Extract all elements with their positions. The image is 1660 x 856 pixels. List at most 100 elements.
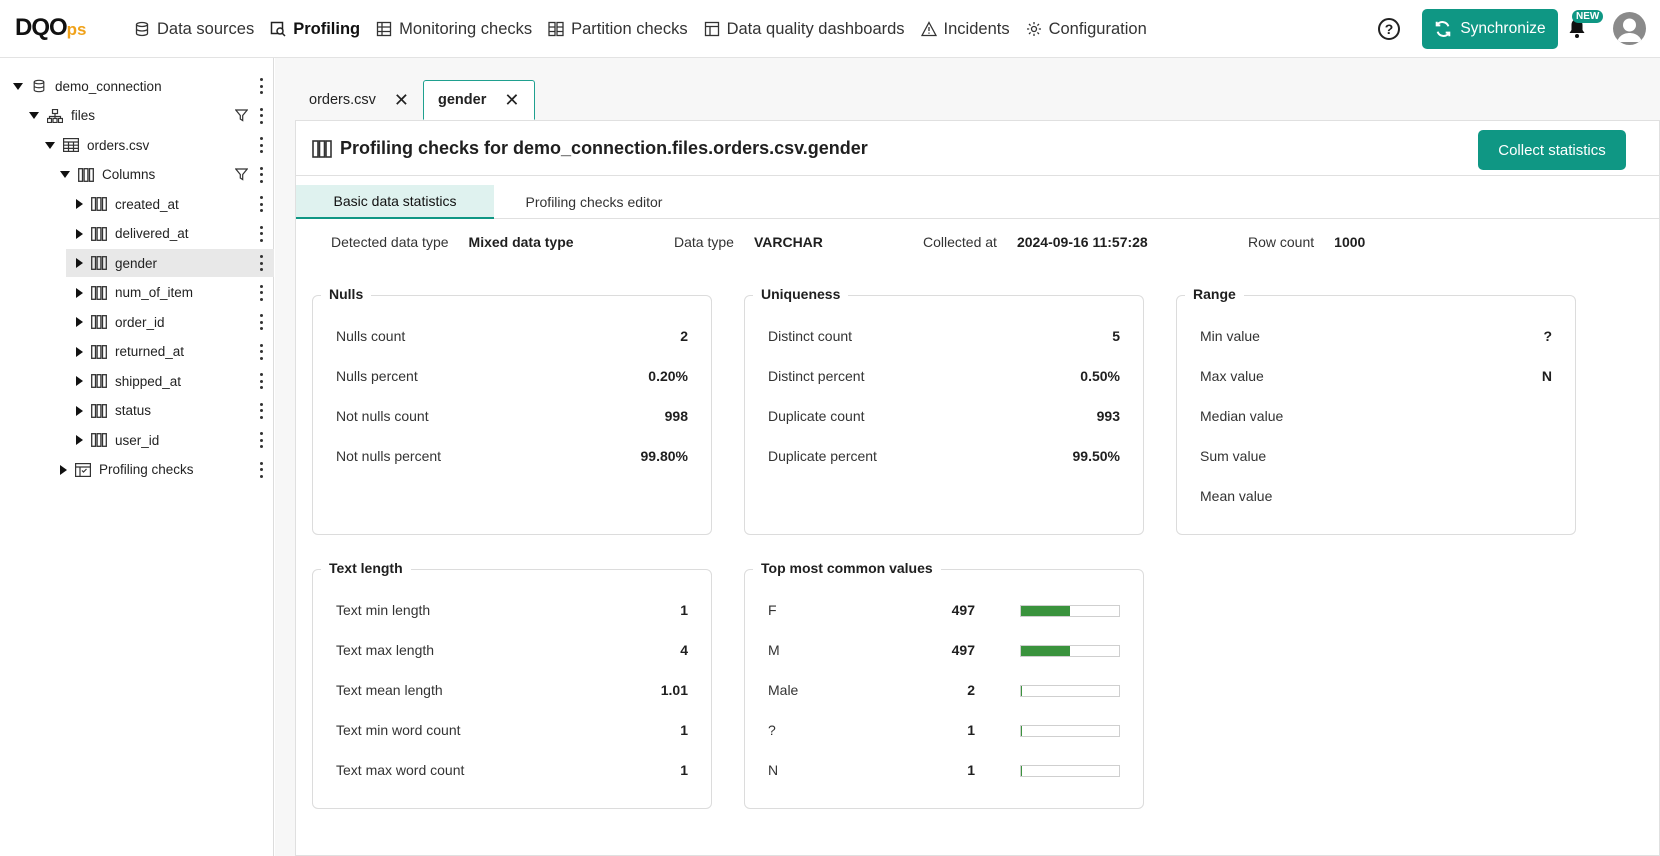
more-options-icon[interactable]	[254, 196, 268, 212]
caret-right-icon[interactable]	[76, 346, 83, 357]
caret-down-icon[interactable]	[29, 112, 39, 119]
tree-item-demo-connection[interactable]: demo_connection	[0, 72, 274, 100]
stat-value: 99.50%	[1072, 448, 1120, 464]
tree-item-num-of-item[interactable]: num_of_item	[0, 279, 274, 307]
nav-data-quality-dashboards[interactable]: Data quality dashboards	[704, 20, 905, 39]
caret-right-icon[interactable]	[60, 464, 67, 475]
top-value-row: Male 2	[768, 680, 1120, 700]
more-options-icon[interactable]	[254, 78, 268, 94]
tree-item-created-at[interactable]: created_at	[0, 190, 274, 218]
more-options-icon[interactable]	[254, 107, 268, 124]
column-icon	[91, 256, 107, 270]
page-title: Profiling checks for demo_connection.fil…	[312, 138, 868, 159]
tree-item-content: Columns	[60, 161, 155, 189]
more-options-icon[interactable]	[254, 284, 268, 301]
more-options-icon[interactable]	[254, 255, 268, 271]
columns-icon	[78, 167, 94, 182]
filter-icon[interactable]	[234, 108, 249, 122]
stat-row: Mean value	[1200, 486, 1552, 506]
database-icon	[134, 21, 150, 37]
tree-item-order-id[interactable]: order_id	[0, 308, 274, 336]
more-options-icon[interactable]	[254, 137, 268, 153]
nav-data-sources[interactable]: Data sources	[134, 20, 254, 39]
caret-right-icon[interactable]	[76, 317, 83, 327]
tree-item-orders-csv[interactable]: orders.csv	[0, 131, 274, 159]
tree-item-label: orders.csv	[87, 137, 150, 153]
stat-value: 993	[1096, 408, 1120, 424]
top-value-bar-fill	[1021, 726, 1023, 736]
tree-item-status[interactable]: status	[0, 397, 274, 425]
stat-label: Text mean length	[336, 682, 443, 698]
tree-item-user-id[interactable]: user_id	[0, 426, 274, 454]
caret-right-icon[interactable]	[76, 258, 83, 268]
tree-item-content: user_id	[76, 426, 159, 454]
caret-down-icon[interactable]	[45, 141, 55, 149]
nav-incidents[interactable]: Incidents	[920, 20, 1010, 39]
filter-icon[interactable]	[234, 167, 249, 181]
more-options-icon[interactable]	[254, 343, 268, 360]
stat-row: Distinct count 5	[768, 326, 1120, 346]
tab-orders-csv[interactable]: orders.csv ✕	[295, 80, 422, 120]
more-options-icon[interactable]	[254, 314, 268, 330]
tree-item-shipped-at[interactable]: shipped_at	[0, 367, 274, 395]
stat-label: Sum value	[1200, 448, 1267, 464]
nav-monitoring-checks[interactable]: Monitoring checks	[376, 20, 532, 39]
stat-row: Text max word count 1	[336, 760, 688, 780]
tab-gender[interactable]: gender ✕	[423, 80, 535, 120]
tree-item-delivered-at[interactable]: delivered_at	[0, 220, 274, 248]
stat-row: Not nulls percent 99.80%	[336, 446, 688, 466]
schema-icon	[46, 108, 64, 123]
close-icon[interactable]: ✕	[504, 91, 519, 109]
summary-label: Detected data type	[331, 234, 449, 250]
stat-row: Distinct percent 0.50%	[768, 366, 1120, 386]
caret-right-icon[interactable]	[76, 435, 83, 445]
more-options-icon[interactable]	[254, 225, 268, 242]
synchronize-button[interactable]: Synchronize	[1422, 9, 1558, 49]
close-icon[interactable]: ✕	[394, 91, 409, 109]
panel-header: Profiling checks for demo_connection.fil…	[296, 121, 1659, 176]
help-button[interactable]: ?	[1378, 18, 1400, 40]
tree-item-content: returned_at	[76, 338, 184, 366]
nav-configuration[interactable]: Configuration	[1026, 20, 1147, 39]
gear-icon	[1026, 21, 1042, 37]
nav-partition-checks[interactable]: Partition checks	[548, 20, 688, 39]
tree-item-columns[interactable]: Columns	[0, 161, 274, 189]
app-logo[interactable]: DQO ps	[15, 14, 87, 42]
tree-item-profiling-checks[interactable]: Profiling checks	[0, 456, 274, 484]
stat-label: Duplicate count	[768, 408, 865, 424]
nav-profiling[interactable]: Profiling	[270, 20, 360, 39]
stat-label: Median value	[1200, 408, 1284, 424]
stat-value: 0.50%	[1080, 368, 1120, 384]
nav-label: Configuration	[1048, 19, 1147, 38]
caret-down-icon[interactable]	[60, 171, 70, 178]
more-options-icon[interactable]	[254, 373, 268, 389]
tree-item-files[interactable]: files	[0, 102, 274, 130]
stat-label: Distinct percent	[768, 368, 865, 384]
caret-right-icon[interactable]	[76, 405, 83, 416]
user-avatar[interactable]	[1613, 12, 1646, 45]
tree-item-content: shipped_at	[76, 367, 181, 395]
more-options-icon[interactable]	[254, 166, 268, 183]
caret-right-icon[interactable]	[76, 199, 83, 209]
range-card: Range Min value? Max value N Median value Su…	[1176, 286, 1576, 535]
tab-basic-data-statistics[interactable]: Basic data statistics	[296, 185, 494, 219]
caret-right-icon[interactable]	[76, 287, 83, 298]
more-options-icon[interactable]	[254, 432, 268, 448]
tree-item-label: status	[115, 403, 152, 418]
logo-suffix: ps	[66, 20, 87, 39]
tree-item-returned-at[interactable]: returned_at	[0, 338, 274, 366]
more-options-icon[interactable]	[254, 402, 268, 419]
column-icon	[91, 374, 107, 388]
caret-down-icon[interactable]	[13, 82, 23, 90]
tab-profiling-checks-editor[interactable]: Profiling checks editor	[494, 185, 694, 219]
top-value-row: N1	[768, 760, 1120, 780]
caret-right-icon[interactable]	[76, 228, 83, 239]
top-value-label: ?	[768, 722, 776, 738]
collect-statistics-button[interactable]: Collect statistics	[1478, 130, 1626, 170]
caret-right-icon[interactable]	[76, 376, 83, 386]
tree-item-gender[interactable]: gender	[66, 249, 274, 277]
tree-item-content: demo_connection	[13, 72, 162, 100]
more-options-icon[interactable]	[254, 461, 268, 478]
stat-label: Duplicate percent	[768, 448, 877, 464]
tree-item-content: files	[29, 102, 95, 130]
